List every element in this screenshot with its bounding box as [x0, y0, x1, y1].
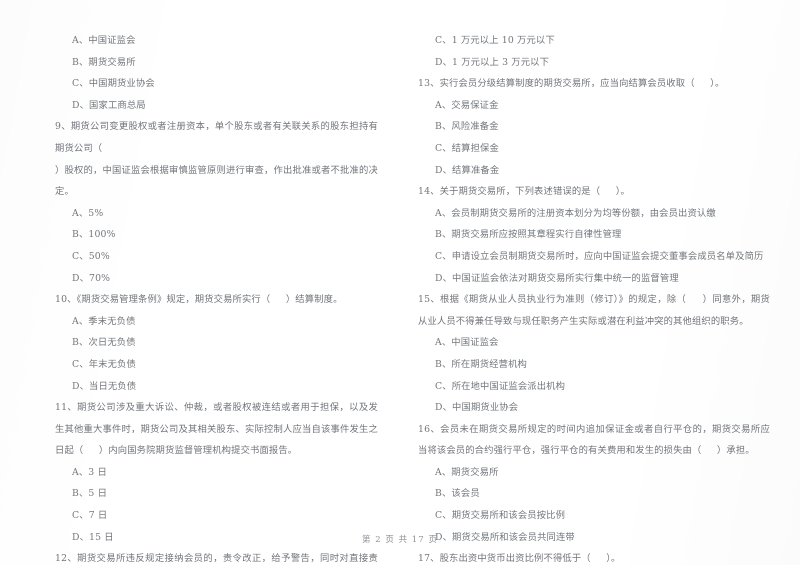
option-item[interactable]: C、7 日: [55, 505, 378, 527]
option-item[interactable]: B、100%: [55, 224, 378, 246]
question-text: 14、关于期货交易所，下列表述错误的是（ ）。: [418, 186, 630, 198]
scanned-exam-page: A、中国证监会 B、期货交易所 C、中国期货业协会 D、国家工商总局 9、期货公司变更股…: [0, 0, 800, 565]
option-item[interactable]: C、结算担保金: [418, 138, 770, 160]
option-item[interactable]: B、所在期货经营机构: [418, 354, 770, 376]
option-item[interactable]: A、会员制期货交易所的注册资本划分为均等份额，由会员出资认缴: [418, 203, 770, 225]
option-item[interactable]: B、该会员: [418, 483, 770, 505]
question-text: 15、根据《期货从业人员执业行为准则（修订）》的规定，除（ ）同意外，期货从业人…: [418, 294, 770, 327]
option-item[interactable]: B、风险准备金: [418, 116, 770, 138]
page-footer: 第 2 页 共 17 页: [362, 534, 438, 544]
option-item[interactable]: A、中国证监会: [55, 30, 378, 52]
question-text: 10、《期货交易管理条例》规定，期货交易所实行（ ）结算制度。: [55, 294, 343, 306]
option-item[interactable]: D、结算准备金: [418, 160, 770, 182]
option-item[interactable]: D、当日无负债: [55, 376, 378, 398]
option-item[interactable]: A、5%: [55, 203, 378, 225]
option-item[interactable]: B、期货交易所: [55, 52, 378, 74]
option-item[interactable]: A、期货交易所: [418, 462, 770, 484]
question-text: 9、期货公司变更股权或者注册资本，单个股东或者有关联关系的股东担持有期货公司（ …: [55, 121, 378, 198]
question-text: 12、期货交易所违反规定接纳会员的，责令改正，给予警告，同时对直接责任人给予纪律…: [55, 553, 378, 565]
option-item[interactable]: C、所在地中国证监会派出机构: [418, 376, 770, 398]
right-column: C、1 万元以上 10 万元以下 D、1 万元以上 3 万元以下 13、实行会员分级…: [400, 30, 800, 565]
option-item[interactable]: A、交易保证金: [418, 95, 770, 117]
option-item[interactable]: A、季末无负债: [55, 311, 378, 333]
option-item[interactable]: C、50%: [55, 246, 378, 268]
option-item[interactable]: C、年末无负债: [55, 354, 378, 376]
option-item[interactable]: D、1 万元以上 3 万元以下: [418, 52, 770, 74]
question-text: 11、期货公司涉及重大诉讼、仲裁，或者股权被连结或者用于担保，以及发生其他重大事…: [55, 402, 378, 457]
question-text: 17、股东出资中货币出资比例不得低于（ ）。: [418, 553, 621, 565]
two-column-layout: A、中国证监会 B、期货交易所 C、中国期货业协会 D、国家工商总局 9、期货公司变更股…: [0, 30, 800, 565]
option-item[interactable]: D、中国期货业协会: [418, 397, 770, 419]
option-item[interactable]: C、1 万元以上 10 万元以下: [418, 30, 770, 52]
option-item[interactable]: D、中国证监会依法对期货交易所实行集中统一的监督管理: [418, 268, 770, 290]
option-item[interactable]: B、次日无负债: [55, 332, 378, 354]
option-item[interactable]: A、3 日: [55, 462, 378, 484]
option-item[interactable]: B、期货交易所应按照其章程实行自律性管理: [418, 224, 770, 246]
option-item[interactable]: C、期货交易所和该会员按比例: [418, 505, 770, 527]
question-text: 13、实行会员分级结算制度的期货交易所，应当向结算会员收取（ ）。: [418, 78, 725, 90]
question-text: 16、会员未在期货交易所规定的时间内追加保证金或者自行平仓的，期货交易所应当将该…: [418, 423, 770, 457]
option-item[interactable]: C、中国期货业协会: [55, 73, 378, 95]
option-item[interactable]: D、70%: [55, 268, 378, 290]
option-item[interactable]: C、申请设立会员制期货交易所时，应向中国证监会提交董事会成员名单及简历: [418, 246, 770, 268]
option-item[interactable]: B、5 日: [55, 483, 378, 505]
left-column: A、中国证监会 B、期货交易所 C、中国期货业协会 D、国家工商总局 9、期货公司变更股…: [0, 30, 400, 565]
option-item[interactable]: D、国家工商总局: [55, 95, 378, 117]
option-item[interactable]: A、中国证监会: [418, 332, 770, 354]
